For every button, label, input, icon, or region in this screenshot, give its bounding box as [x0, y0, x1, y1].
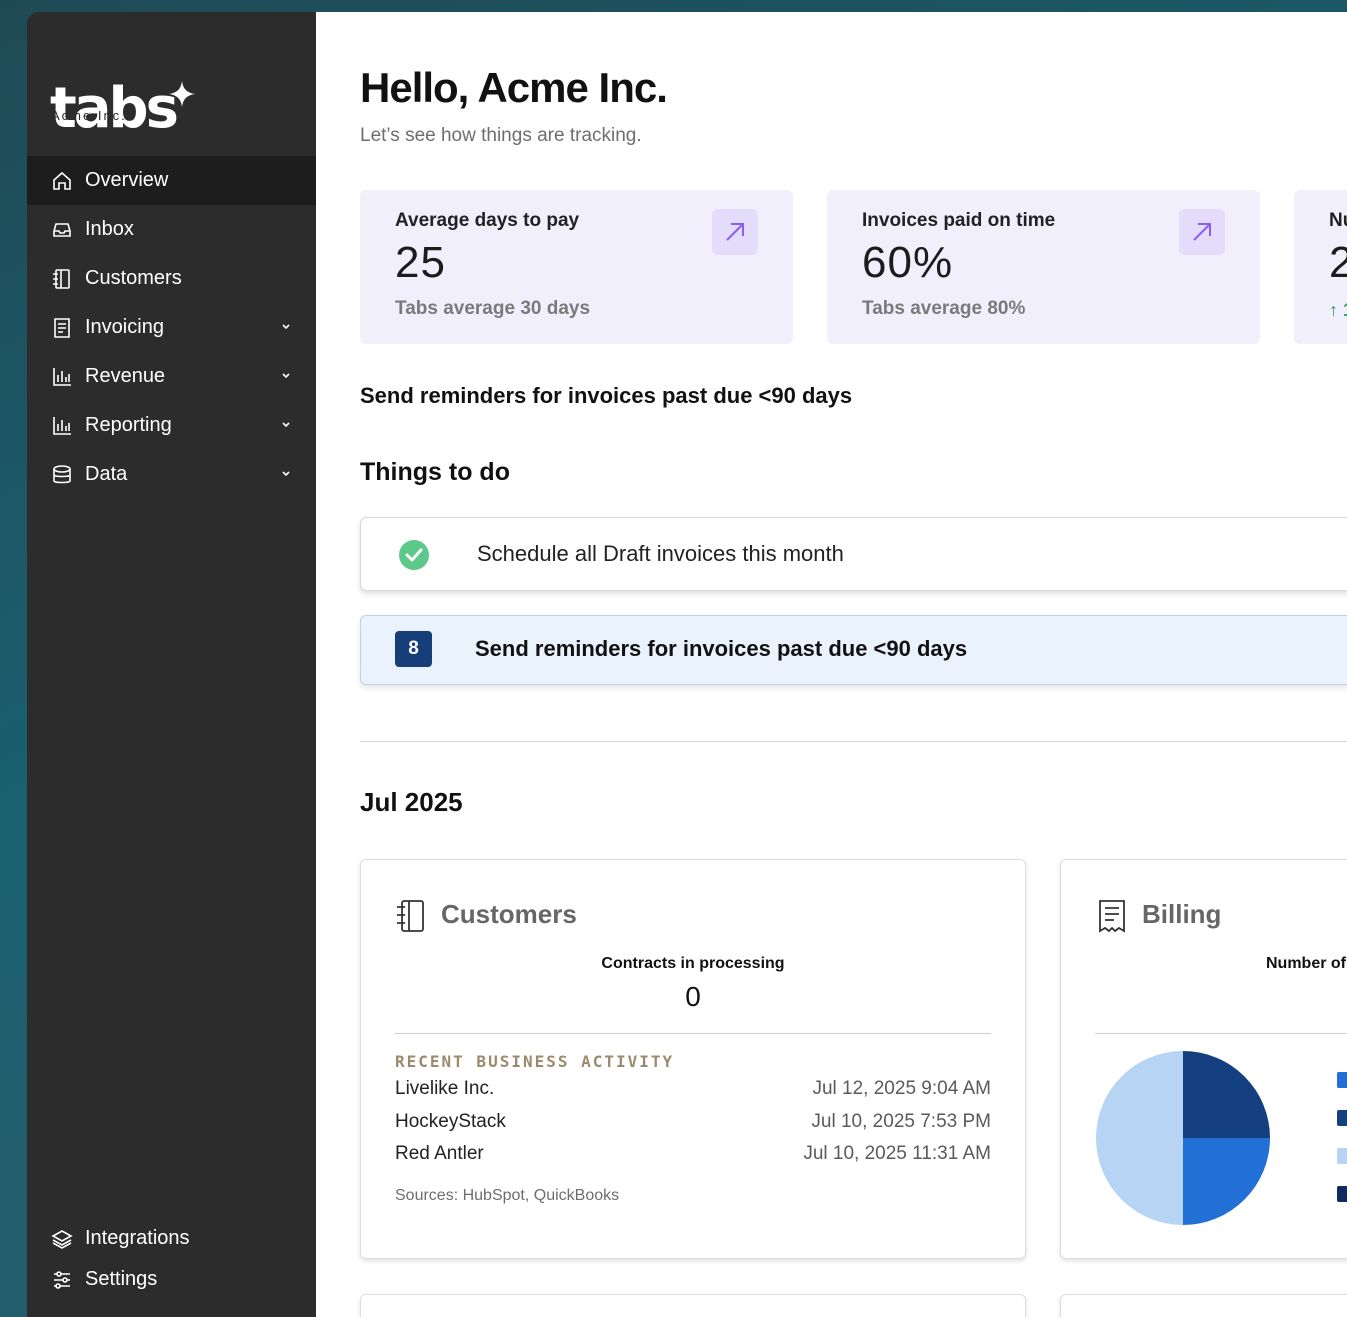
count-badge: 8 [395, 631, 432, 667]
sidebar-item-label: Settings [85, 1268, 158, 1290]
stat-card-partial: Nu 2 ↑ 1 [1294, 190, 1347, 344]
sparkle-icon [169, 81, 195, 107]
sidebar-item-revenue[interactable]: Revenue [27, 352, 316, 401]
chevron-down-icon[interactable] [280, 419, 292, 431]
period-heading: Jul 2025 [360, 787, 463, 817]
inbox-icon [51, 219, 73, 241]
sliders-icon [51, 1269, 73, 1291]
legend-swatch [1337, 1072, 1347, 1088]
stat-card-paid-on-time: Invoices paid on time 60% Tabs average 8… [827, 190, 1260, 344]
receipt-icon [51, 317, 73, 339]
stat-note: Tabs average 30 days [395, 298, 591, 319]
activity-row[interactable]: Red Antler Jul 10, 2025 11:31 AM [395, 1143, 991, 1165]
metric-label: Number of [1266, 955, 1346, 972]
card-divider [1095, 1033, 1347, 1034]
activity-date: Jul 10, 2025 7:53 PM [811, 1111, 991, 1132]
pie-slice[interactable] [1096, 1051, 1183, 1225]
activity-date: Jul 10, 2025 11:31 AM [803, 1143, 991, 1164]
receipt-icon [1099, 900, 1125, 933]
logo[interactable]: tabs Acme Inc. [50, 78, 220, 140]
stat-note: Tabs average 80% [862, 298, 1026, 319]
stat-value: 2 [1329, 238, 1347, 287]
chevron-down-icon[interactable] [280, 321, 292, 333]
sidebar-item-overview[interactable]: Overview [27, 156, 316, 205]
todo-item-text: Send reminders for invoices past due <90… [475, 636, 968, 661]
billing-card: Billing Number of [1060, 859, 1347, 1259]
activity-date: Jul 12, 2025 9:04 AM [812, 1078, 991, 1099]
sidebar-item-label: Inbox [85, 218, 134, 240]
sidebar-item-integrations[interactable]: Integrations [27, 1218, 316, 1259]
sidebar-item-label: Integrations [85, 1227, 190, 1249]
lower-card [360, 1294, 1026, 1317]
todo-item-send-reminders[interactable]: 8 Send reminders for invoices past due <… [360, 615, 1347, 685]
card-title: Customers [441, 899, 577, 929]
stat-trend: ↑ 1 [1329, 300, 1347, 320]
check-circle-icon [399, 540, 429, 570]
stat-value: 25 [395, 238, 446, 287]
pie-chart [1096, 1051, 1270, 1225]
database-icon [51, 464, 73, 486]
legend-swatch [1337, 1110, 1347, 1126]
notebook-icon [51, 268, 73, 290]
pie-slice[interactable] [1183, 1138, 1270, 1225]
todo-heading: Things to do [360, 458, 510, 486]
sources-note: Sources: HubSpot, QuickBooks [395, 1187, 620, 1204]
notebook-icon [397, 900, 424, 932]
activity-row[interactable]: HockeyStack Jul 10, 2025 7:53 PM [395, 1111, 991, 1133]
activity-name: HockeyStack [395, 1111, 506, 1132]
bar-chart-icon [51, 366, 73, 388]
pie-slice[interactable] [1183, 1051, 1270, 1138]
layers-icon [51, 1228, 73, 1250]
sidebar-item-label: Overview [85, 169, 169, 191]
legend-swatch [1337, 1148, 1347, 1164]
sidebar-item-data[interactable]: Data [27, 450, 316, 499]
activity-title: RECENT BUSINESS ACTIVITY [395, 1052, 675, 1071]
todo-item-schedule[interactable]: Schedule all Draft invoices this month [360, 517, 1347, 591]
main-content: Hello, Acme Inc. Let’s see how things ar… [316, 12, 1347, 1317]
arrow-up-right-icon [726, 223, 744, 241]
metric-value: 0 [685, 981, 701, 1012]
stat-label: Nu [1329, 210, 1347, 231]
todo-item-text: Schedule all Draft invoices this month [477, 541, 844, 566]
metric-label: Contracts in processing [601, 955, 785, 972]
sidebar-item-settings[interactable]: Settings [27, 1259, 316, 1300]
customers-card: Customers Contracts in processing 0 RECE… [360, 859, 1026, 1259]
stat-card-avg-days: Average days to pay 25 Tabs average 30 d… [360, 190, 793, 344]
sidebar-item-invoicing[interactable]: Invoicing [27, 303, 316, 352]
legend-swatch [1337, 1186, 1347, 1202]
open-detail-button[interactable] [712, 209, 758, 255]
activity-row[interactable]: Livelike Inc. Jul 12, 2025 9:04 AM [395, 1078, 991, 1100]
sidebar-item-customers[interactable]: Customers [27, 254, 316, 303]
card-title: Billing [1142, 899, 1222, 929]
reminder-heading: Send reminders for invoices past due <90… [360, 383, 853, 408]
arrow-up-right-icon [1193, 223, 1211, 241]
page-subtitle: Let’s see how things are tracking. [360, 125, 642, 146]
open-detail-button[interactable] [1179, 209, 1225, 255]
chevron-down-icon[interactable] [280, 468, 292, 480]
lower-card [1060, 1294, 1347, 1317]
sidebar-item-reporting[interactable]: Reporting [27, 401, 316, 450]
sidebar: tabs Acme Inc. Overview Inbox Customers … [27, 12, 316, 1317]
stat-label: Invoices paid on time [862, 210, 1056, 231]
bar-chart-icon [51, 415, 73, 437]
section-divider [360, 741, 1347, 742]
activity-name: Red Antler [395, 1143, 484, 1164]
logo-overlay-text: Acme Inc. [51, 108, 127, 123]
app-window: tabs Acme Inc. Overview Inbox Customers … [27, 12, 1347, 1317]
sidebar-item-label: Customers [85, 267, 182, 289]
card-divider [395, 1033, 991, 1034]
stat-value: 60% [862, 238, 954, 287]
sidebar-item-label: Invoicing [85, 316, 164, 338]
sidebar-item-label: Data [85, 463, 128, 485]
activity-name: Livelike Inc. [395, 1078, 495, 1099]
sidebar-item-label: Reporting [85, 414, 172, 436]
page-title: Hello, Acme Inc. [360, 64, 668, 111]
sidebar-item-inbox[interactable]: Inbox [27, 205, 316, 254]
home-icon [51, 170, 73, 192]
sidebar-bottom-nav: Integrations Settings [27, 1218, 316, 1300]
chevron-down-icon[interactable] [280, 370, 292, 382]
stat-label: Average days to pay [395, 210, 580, 231]
sidebar-item-label: Revenue [85, 365, 166, 387]
sidebar-nav: Overview Inbox Customers Invoicing Reven… [27, 156, 316, 499]
